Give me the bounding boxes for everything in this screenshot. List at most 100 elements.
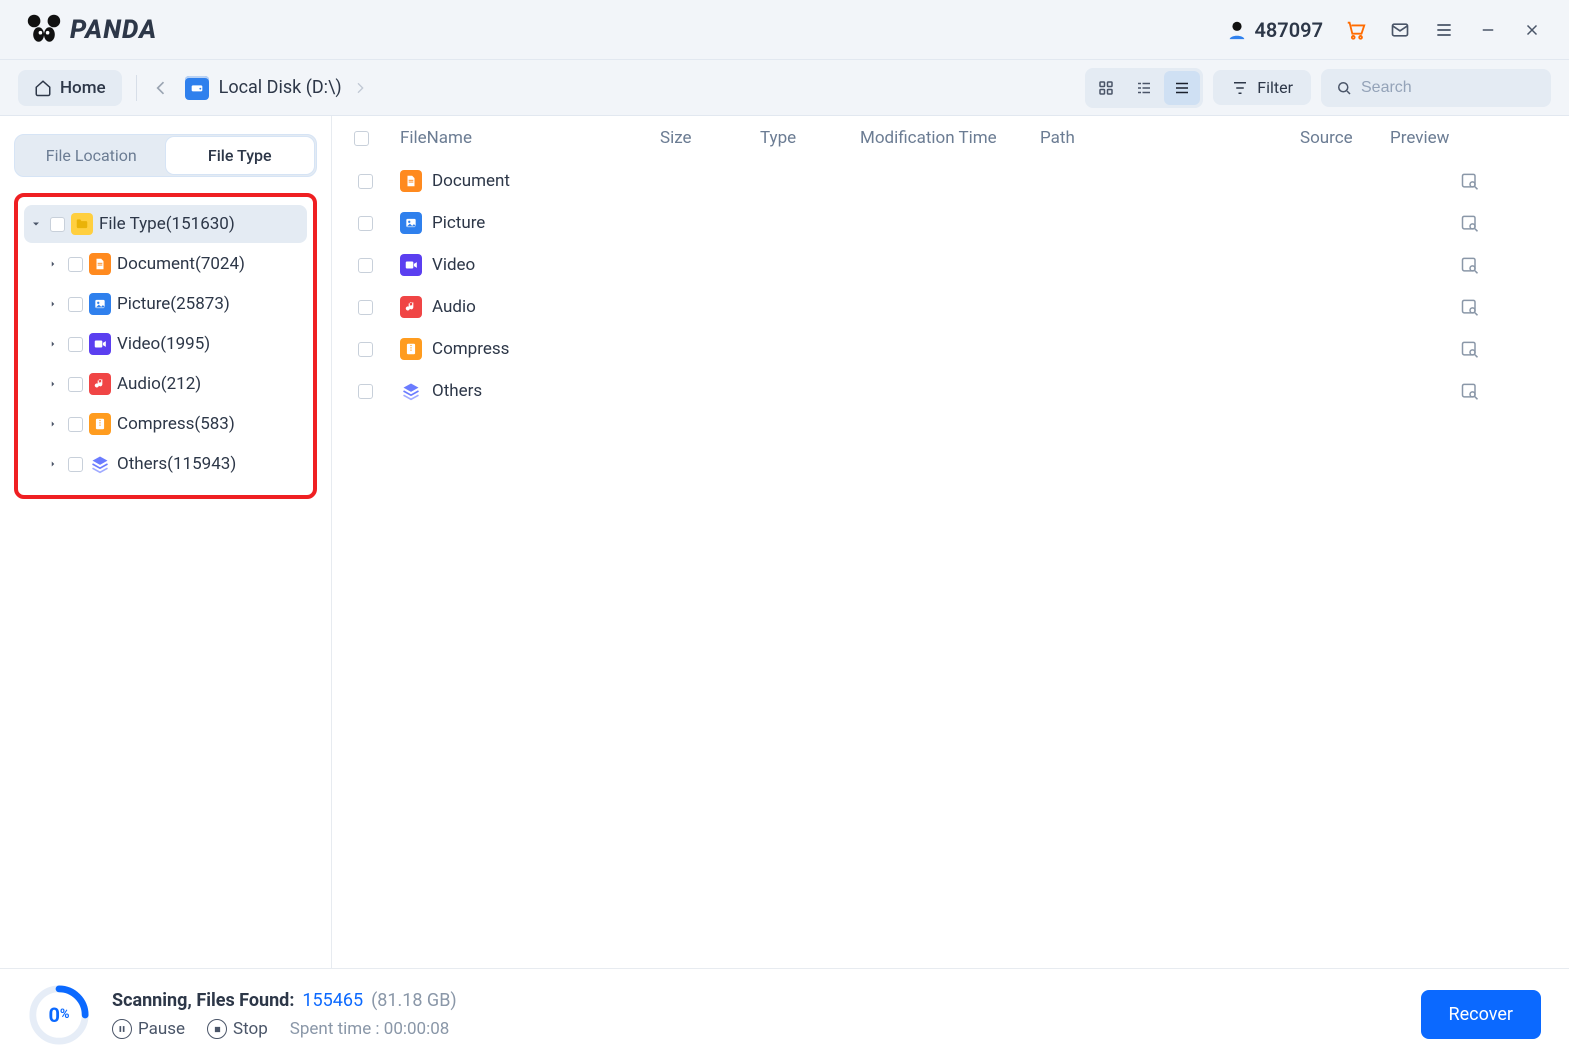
comp-icon [400,338,422,360]
col-size[interactable]: Size [660,128,760,148]
preview-icon[interactable] [1460,297,1480,317]
search-icon [1335,79,1353,97]
back-icon[interactable] [151,78,171,98]
tree-item-label: Others(115943) [117,454,236,474]
checkbox[interactable] [358,384,373,399]
minimize-icon[interactable] [1477,19,1499,41]
checkbox[interactable] [68,457,83,472]
col-source[interactable]: Source [1300,128,1390,148]
tab-file-location[interactable]: File Location [17,137,166,174]
row-name: Picture [432,213,485,233]
search-input[interactable] [1361,79,1568,97]
spent-time: Spent time : 00:00:08 [290,1019,450,1039]
preview-icon[interactable] [1460,381,1480,401]
chevron-right-icon[interactable] [48,379,62,389]
chevron-right-icon[interactable] [48,459,62,469]
view-toggle [1085,68,1203,108]
checkbox[interactable] [68,377,83,392]
stop-button[interactable]: Stop [207,1019,268,1039]
checkbox[interactable] [358,258,373,273]
table-row[interactable]: Picture [332,202,1569,244]
table-row[interactable]: Document [332,160,1569,202]
checkbox[interactable] [68,297,83,312]
breadcrumb[interactable]: Local Disk (D:\) [185,76,368,100]
aud-icon [89,373,111,395]
view-grid-button[interactable] [1088,71,1124,105]
home-label: Home [60,78,106,98]
cart-icon[interactable] [1345,19,1367,41]
chevron-right-icon[interactable] [48,419,62,429]
checkbox[interactable] [358,342,373,357]
table-row[interactable]: Audio [332,286,1569,328]
checkbox[interactable] [68,337,83,352]
stop-icon [207,1019,227,1039]
checkbox[interactable] [358,300,373,315]
col-mtime[interactable]: Modification Time [860,128,1040,148]
filter-button[interactable]: Filter [1213,70,1311,105]
row-name: Document [432,171,510,191]
user-avatar-icon [1226,19,1248,41]
vid-icon [89,333,111,355]
col-type[interactable]: Type [760,128,860,148]
mail-icon[interactable] [1389,19,1411,41]
table-row[interactable]: Video [332,244,1569,286]
preview-icon[interactable] [1460,213,1480,233]
preview-icon[interactable] [1460,339,1480,359]
panda-logo-icon [26,12,62,48]
toolbar: Home Local Disk (D:\) [0,60,1569,116]
checkbox[interactable] [358,216,373,231]
status-bar: 0% Scanning, Files Found: 155465 (81.18 … [0,968,1569,1060]
checkbox-all[interactable] [354,131,369,146]
close-icon[interactable] [1521,19,1543,41]
pic-icon [400,212,422,234]
tree-item-doc[interactable]: Document(7024) [42,245,307,283]
checkbox[interactable] [50,217,65,232]
checkbox[interactable] [358,174,373,189]
chevron-down-icon[interactable] [30,218,44,230]
table-row[interactable]: Others [332,370,1569,412]
breadcrumb-location: Local Disk (D:\) [219,77,342,98]
sidebar-tabs: File Location File Type [14,134,317,177]
tree-item-vid[interactable]: Video(1995) [42,325,307,363]
tree-item-oth[interactable]: Others(115943) [42,445,307,483]
app-logo: PANDA [26,12,157,48]
checkbox[interactable] [68,257,83,272]
view-list-button[interactable] [1164,71,1200,105]
doc-icon [400,170,422,192]
progress-percent: 0% [28,984,90,1046]
tree-item-pic[interactable]: Picture(25873) [42,285,307,323]
tree-item-label: Document(7024) [117,254,245,274]
tree-item-label: Video(1995) [117,334,210,354]
col-filename[interactable]: FileName [400,128,660,148]
col-preview[interactable]: Preview [1390,128,1480,148]
table-row[interactable]: Compress [332,328,1569,370]
preview-icon[interactable] [1460,255,1480,275]
row-name: Video [432,255,475,275]
row-name: Audio [432,297,476,317]
view-details-button[interactable] [1126,71,1162,105]
titlebar: PANDA 487097 [0,0,1569,60]
chevron-right-icon[interactable] [48,259,62,269]
home-button[interactable]: Home [18,70,122,106]
tree-item-label: Picture(25873) [117,294,230,314]
recover-button[interactable]: Recover [1421,990,1541,1039]
chevron-right-icon[interactable] [48,299,62,309]
chevron-right-icon[interactable] [48,339,62,349]
oth-icon [400,380,422,402]
home-icon [34,79,52,97]
tree-item-comp[interactable]: Compress(583) [42,405,307,443]
doc-icon [89,253,111,275]
menu-icon[interactable] [1433,19,1455,41]
sidebar: File Location File Type File Type(151630… [0,116,332,968]
column-headers: FileName Size Type Modification Time Pat… [332,116,1569,160]
user-count[interactable]: 487097 [1226,18,1323,42]
search-box[interactable] [1321,69,1551,107]
tab-file-type[interactable]: File Type [166,137,315,174]
tree-item-aud[interactable]: Audio(212) [42,365,307,403]
app-name: PANDA [70,15,157,45]
preview-icon[interactable] [1460,171,1480,191]
col-path[interactable]: Path [1040,128,1300,148]
checkbox[interactable] [68,417,83,432]
pause-button[interactable]: Pause [112,1019,185,1039]
tree-root[interactable]: File Type(151630) [24,205,307,243]
